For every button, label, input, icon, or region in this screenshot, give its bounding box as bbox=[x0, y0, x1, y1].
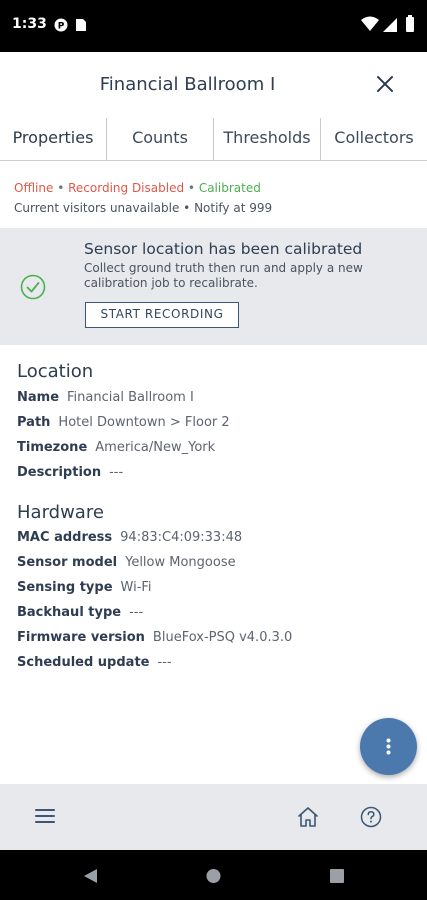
hardware-row-sensing: Sensing type Wi-Fi bbox=[17, 580, 152, 595]
screen: Financial Ballroom I Properties Counts T… bbox=[0, 52, 427, 850]
header: Financial Ballroom I bbox=[0, 52, 427, 118]
system-nav-bar bbox=[0, 850, 427, 900]
system-nav-icons bbox=[84, 869, 344, 883]
row-value: Wi-Fi bbox=[120, 580, 152, 595]
hardware-row-mac: MAC address 94:83:C4:09:33:48 bbox=[17, 530, 242, 545]
tab-thresholds[interactable]: Thresholds bbox=[214, 118, 321, 160]
back-icon[interactable] bbox=[84, 869, 97, 883]
tab-collectors[interactable]: Collectors bbox=[321, 118, 427, 160]
status-icons-left: P bbox=[54, 17, 88, 36]
status-icons-right bbox=[361, 15, 417, 39]
row-label: Scheduled update bbox=[17, 655, 150, 670]
row-label: Firmware version bbox=[17, 630, 145, 645]
home-button[interactable] bbox=[296, 805, 320, 829]
close-icon bbox=[377, 76, 393, 92]
visitors-status: Current visitors unavailable bbox=[14, 201, 180, 215]
banner-title: Sensor location has been calibrated bbox=[84, 240, 363, 258]
row-label: Sensing type bbox=[17, 580, 113, 595]
row-value: Yellow Mongoose bbox=[125, 555, 236, 570]
hardware-row-model: Sensor model Yellow Mongoose bbox=[17, 555, 236, 570]
row-value: 94:83:C4:09:33:48 bbox=[120, 530, 243, 545]
row-value: --- bbox=[109, 465, 124, 480]
tab-bar: Properties Counts Thresholds Collectors bbox=[0, 118, 427, 161]
hardware-row-scheduled-update: Scheduled update --- bbox=[17, 655, 172, 670]
row-label: Path bbox=[17, 415, 51, 430]
status-time: 1:33 bbox=[12, 16, 47, 32]
page-title: Financial Ballroom I bbox=[99, 74, 276, 95]
start-recording-button[interactable]: START RECORDING bbox=[85, 302, 239, 328]
row-value: --- bbox=[157, 655, 172, 670]
location-row-timezone: Timezone America/New_York bbox=[17, 440, 215, 455]
more-vert-icon bbox=[386, 738, 391, 755]
row-label: Description bbox=[17, 465, 102, 480]
row-label: Timezone bbox=[17, 440, 88, 455]
row-label: Backhaul type bbox=[17, 605, 122, 620]
menu-icon bbox=[35, 809, 55, 823]
row-value: Hotel Downtown > Floor 2 bbox=[58, 415, 230, 430]
row-value: BlueFox-PSQ v4.0.3.0 bbox=[152, 630, 293, 645]
row-label: Name bbox=[17, 390, 60, 405]
home-icon bbox=[298, 807, 318, 827]
row-value: Financial Ballroom I bbox=[67, 390, 194, 405]
calibration-banner: Sensor location has been calibrated Coll… bbox=[0, 228, 427, 345]
sensor-status: Offline • Recording Disabled • Calibrate… bbox=[14, 178, 272, 218]
home-nav-icon[interactable] bbox=[206, 869, 221, 883]
bullet: • bbox=[183, 201, 191, 215]
row-label: MAC address bbox=[17, 530, 113, 545]
visitors-line: Current visitors unavailable • Notify at… bbox=[14, 198, 272, 218]
hardware-row-firmware: Firmware version BlueFox-PSQ v4.0.3.0 bbox=[17, 630, 292, 645]
row-value: America/New_York bbox=[95, 440, 216, 455]
location-row-path: Path Hotel Downtown > Floor 2 bbox=[17, 415, 230, 430]
location-row-description: Description --- bbox=[17, 465, 123, 480]
bottom-toolbar bbox=[0, 784, 427, 850]
status-line: Offline • Recording Disabled • Calibrate… bbox=[14, 178, 272, 198]
help-icon bbox=[360, 806, 382, 828]
status-recording: Recording Disabled bbox=[68, 181, 185, 195]
tab-properties[interactable]: Properties bbox=[0, 118, 107, 160]
check-circle-icon bbox=[20, 274, 46, 300]
tab-counts[interactable]: Counts bbox=[107, 118, 214, 160]
banner-text: Collect ground truth then run and apply … bbox=[84, 261, 363, 290]
hardware-heading: Hardware bbox=[17, 502, 104, 523]
notification-icon: P bbox=[54, 18, 86, 32]
hardware-row-backhaul: Backhaul type --- bbox=[17, 605, 143, 620]
location-row-name: Name Financial Ballroom I bbox=[17, 390, 194, 405]
notify-threshold: Notify at 999 bbox=[194, 201, 273, 215]
close-button[interactable] bbox=[373, 72, 397, 96]
wifi-signal-battery-icon bbox=[361, 15, 414, 32]
row-label: Sensor model bbox=[17, 555, 118, 570]
status-calibrated: Calibrated bbox=[198, 181, 261, 195]
row-value: --- bbox=[129, 605, 144, 620]
status-offline: Offline bbox=[14, 181, 54, 195]
bullet: • bbox=[57, 181, 65, 195]
recents-icon[interactable] bbox=[330, 869, 344, 883]
location-heading: Location bbox=[17, 361, 94, 382]
help-button[interactable] bbox=[360, 806, 382, 828]
bullet: • bbox=[187, 181, 195, 195]
status-bar: 1:33 P bbox=[0, 0, 427, 52]
svg-text:P: P bbox=[58, 22, 65, 32]
menu-button[interactable] bbox=[35, 806, 55, 826]
more-actions-button[interactable] bbox=[360, 718, 417, 775]
